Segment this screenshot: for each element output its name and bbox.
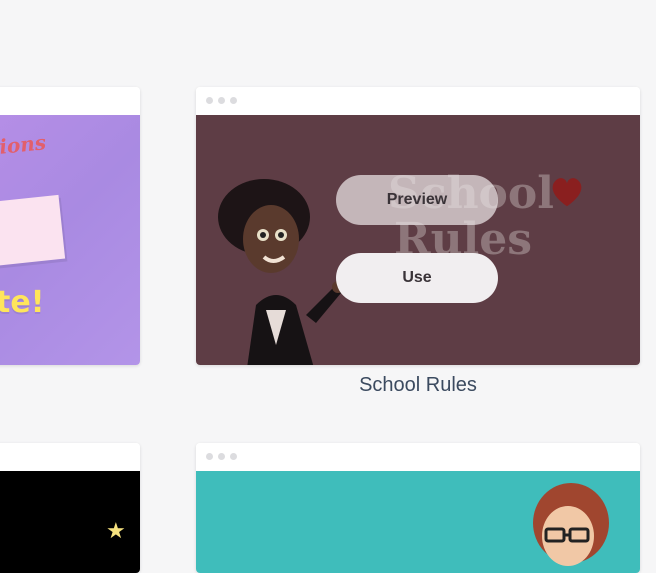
heart-icon [552,178,582,207]
note-card [0,194,66,268]
template-card-left-bottom[interactable]: ★ [0,443,140,573]
window-dots-icon [206,97,237,104]
window-dots-icon [206,453,237,460]
template-title[interactable]: School Rules [196,374,640,397]
template-thumbnail[interactable]: ★ [0,471,140,573]
preview-button[interactable]: Preview [336,175,498,225]
template-card-left-top[interactable]: tions te! [0,87,140,365]
template-thumbnail[interactable]: tions te! [0,115,140,365]
card-window-bar [0,443,140,471]
template-card-right-bottom[interactable] [196,443,640,573]
character-with-glasses [533,483,609,566]
use-button[interactable]: Use [336,253,498,303]
teacher-character-body [247,281,344,365]
template-card-school-rules[interactable]: School Rules [196,87,640,365]
template-thumbnail[interactable]: School Rules [196,115,640,365]
thumbnail-text-partial: tions [0,130,48,160]
star-icon: ★ [106,519,126,544]
card-window-bar [0,87,140,115]
card-window-bar [196,443,640,471]
card-window-bar [196,87,640,115]
template-thumbnail[interactable] [196,471,640,573]
thumbnail-headline-partial: te! [0,285,45,320]
